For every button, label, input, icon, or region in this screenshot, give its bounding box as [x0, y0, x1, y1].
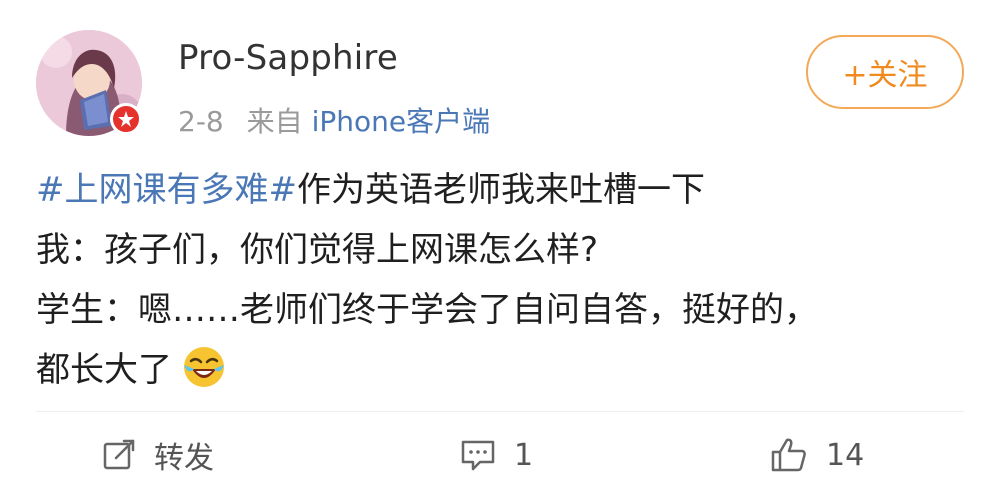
- author-name[interactable]: Pro-Sapphire: [178, 38, 398, 78]
- divider: [36, 411, 964, 412]
- post-line-4: 都长大了: [36, 340, 976, 408]
- post-line-3: 学生：嗯……老师们终于学会了自问自答，挺好的，: [36, 290, 818, 330]
- verified-badge-icon: [110, 103, 142, 135]
- hashtag-link[interactable]: #上网课有多难#: [36, 170, 297, 210]
- post-content: #上网课有多难#作为英语老师我来吐槽一下 我：孩子们，你们觉得上网课怎么样? 学…: [36, 160, 976, 408]
- laughing-crying-emoji-icon: [182, 345, 226, 408]
- post-date: 2-8: [178, 105, 224, 138]
- source-link[interactable]: iPhone客户端: [312, 105, 491, 138]
- post-meta: 2-8 来自 iPhone客户端: [178, 100, 490, 140]
- repost-label: 转发: [154, 441, 214, 476]
- weibo-post-card: Pro-Sapphire 2-8 来自 iPhone客户端 +关注 #上网课有多…: [0, 0, 1000, 488]
- comment-count: 1: [514, 437, 534, 473]
- repost-icon: [103, 439, 135, 470]
- like-button[interactable]: 14: [770, 428, 864, 482]
- follow-button[interactable]: +关注: [806, 35, 964, 109]
- post-line-1: #上网课有多难#作为英语老师我来吐槽一下: [36, 160, 976, 220]
- repost-button[interactable]: 转发: [102, 428, 214, 482]
- post-line-2: 我：孩子们，你们觉得上网课怎么样?: [36, 230, 599, 270]
- post-text-4: 都长大了: [36, 350, 172, 390]
- thumbs-up-icon: [771, 438, 806, 472]
- source-prefix: 来自: [246, 105, 303, 138]
- like-count: 14: [826, 437, 865, 473]
- comment-icon: [461, 440, 495, 471]
- post-text-1: 作为英语老师我来吐槽一下: [296, 170, 705, 210]
- comment-button[interactable]: 1: [460, 428, 533, 482]
